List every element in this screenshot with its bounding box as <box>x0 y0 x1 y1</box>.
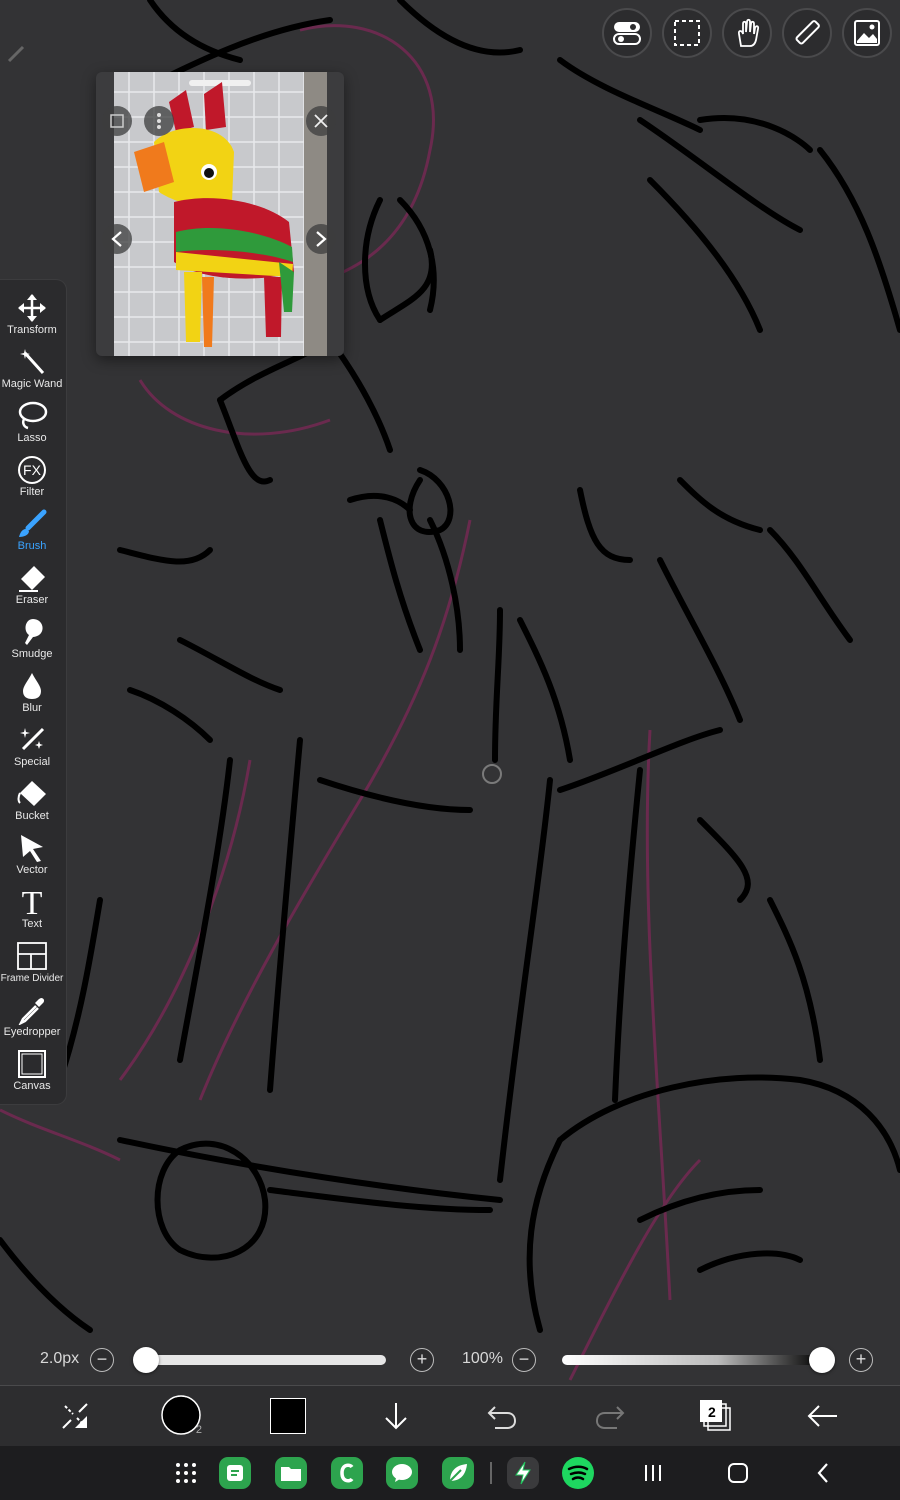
brush-icon <box>12 508 52 540</box>
smudge-icon <box>12 616 52 648</box>
tool-label: Text <box>21 918 43 930</box>
opacity-slider[interactable] <box>562 1355 822 1365</box>
frame-divider-icon <box>12 940 52 972</box>
canvas-icon <box>12 1048 52 1080</box>
text-t-icon: T <box>12 886 52 918</box>
tool-label: Filter <box>19 486 45 498</box>
tool-label: Special <box>13 756 51 768</box>
tool-vector[interactable]: Vector <box>0 830 64 884</box>
tool-label: Transform <box>7 324 57 336</box>
home-icon[interactable] <box>723 1460 753 1486</box>
recents-icon[interactable] <box>638 1460 668 1486</box>
brush-size-plus-button[interactable]: + <box>410 1348 434 1372</box>
back-icon[interactable] <box>808 1460 838 1486</box>
opacity-knob[interactable] <box>809 1347 835 1373</box>
download-icon[interactable] <box>374 1396 418 1436</box>
tool-blur[interactable]: Blur <box>0 668 64 722</box>
sparkle-pen-icon <box>12 724 52 756</box>
undo-icon[interactable] <box>480 1396 524 1436</box>
redo-icon[interactable] <box>588 1396 632 1436</box>
tool-bucket[interactable]: Bucket <box>0 776 64 830</box>
opacity-label: 100% <box>462 1350 503 1367</box>
files-app-icon[interactable] <box>275 1457 307 1489</box>
tool-label: Blur <box>22 702 42 714</box>
brush-preview[interactable]: 2 <box>160 1395 204 1436</box>
bucket-icon <box>12 778 52 810</box>
tool-label: Lasso <box>17 432 47 444</box>
quick-menu-icon[interactable] <box>53 1396 97 1436</box>
brush-size-badge: 2 <box>195 1424 202 1436</box>
selection-icon[interactable] <box>662 8 712 58</box>
ref-fit-icon[interactable] <box>102 106 132 136</box>
tool-brush[interactable]: Brush <box>0 506 64 560</box>
opacity-plus-button[interactable]: + <box>849 1348 873 1372</box>
chat-app-icon[interactable] <box>386 1457 418 1489</box>
tool-magic-wand[interactable]: Magic Wand <box>0 344 64 398</box>
slider-row: 2.0px − + 100% − + <box>0 1340 900 1380</box>
tool-special[interactable]: Special <box>0 722 64 776</box>
brush-size-label: 2.0px <box>40 1350 80 1367</box>
leaf-app-icon[interactable] <box>442 1457 474 1489</box>
tool-label: Magic Wand <box>1 378 63 390</box>
brush-size-slider[interactable] <box>146 1355 386 1365</box>
tool-transform[interactable]: Transform <box>0 290 64 344</box>
layer-count: 2 <box>708 1404 716 1420</box>
drawing-canvas[interactable]: Transform Magic Wand Lasso FX Filter Bru… <box>0 0 900 1385</box>
tool-eyedropper[interactable]: Eyedropper <box>0 992 64 1046</box>
notes-app-icon[interactable] <box>219 1457 251 1489</box>
brush-size-minus-button[interactable]: − <box>90 1348 114 1372</box>
ref-menu-icon[interactable] <box>144 106 174 136</box>
fx-filter-icon: FX <box>12 454 52 486</box>
tool-label: Frame Divider <box>0 973 64 984</box>
layers-icon[interactable]: 2 <box>694 1396 738 1436</box>
tool-filter[interactable]: FX Filter <box>0 452 64 506</box>
tool-label: Brush <box>17 540 47 552</box>
pen-status-icon <box>6 42 28 69</box>
svg-text:FX: FX <box>23 462 42 478</box>
bottom-toolbar: 2 2 <box>0 1385 900 1446</box>
hand-icon[interactable] <box>722 8 772 58</box>
tool-label: Eraser <box>15 594 49 606</box>
toggle-switch-icon[interactable] <box>602 8 652 58</box>
tool-label: Canvas <box>13 1080 51 1092</box>
tool-label: Smudge <box>11 648 53 660</box>
tool-smudge[interactable]: Smudge <box>0 614 64 668</box>
lasso-icon <box>12 400 52 432</box>
ref-close-icon[interactable] <box>306 106 336 136</box>
spotify-app-icon[interactable] <box>562 1457 594 1489</box>
back-arrow-icon[interactable] <box>800 1396 844 1436</box>
tool-label: Vector <box>16 864 48 876</box>
tool-text[interactable]: T Text <box>0 884 64 938</box>
nav-divider <box>490 1462 492 1484</box>
color-swatch[interactable] <box>266 1396 310 1436</box>
arrow-pointer-icon <box>12 832 52 864</box>
tool-label: Eyedropper <box>3 1026 61 1038</box>
droplet-icon <box>12 670 52 702</box>
brush-size-knob[interactable] <box>133 1347 159 1373</box>
svg-text:T: T <box>22 886 43 918</box>
tool-eraser[interactable]: Eraser <box>0 560 64 614</box>
top-toolbar <box>602 8 892 58</box>
reference-window[interactable] <box>96 72 344 356</box>
image-icon[interactable] <box>842 8 892 58</box>
tool-canvas[interactable]: Canvas <box>0 1046 64 1100</box>
app-drawer-icon[interactable] <box>170 1457 202 1489</box>
tool-sidebar: Transform Magic Wand Lasso FX Filter Bru… <box>0 280 66 1104</box>
ruler-icon[interactable] <box>782 8 832 58</box>
eyedropper-icon <box>12 994 52 1026</box>
tool-lasso[interactable]: Lasso <box>0 398 64 452</box>
move-arrows-icon <box>12 292 52 324</box>
eraser-icon <box>12 562 52 594</box>
ref-prev-icon[interactable] <box>102 224 132 254</box>
tool-frame-divider[interactable]: Frame Divider <box>0 938 64 992</box>
opacity-minus-button[interactable]: − <box>512 1348 536 1372</box>
system-nav-bar <box>0 1446 900 1500</box>
tool-label: Bucket <box>15 810 49 822</box>
flash-app-icon[interactable] <box>507 1457 539 1489</box>
ref-next-icon[interactable] <box>306 224 336 254</box>
magic-wand-icon <box>12 346 52 378</box>
clip-app-icon[interactable] <box>331 1457 363 1489</box>
